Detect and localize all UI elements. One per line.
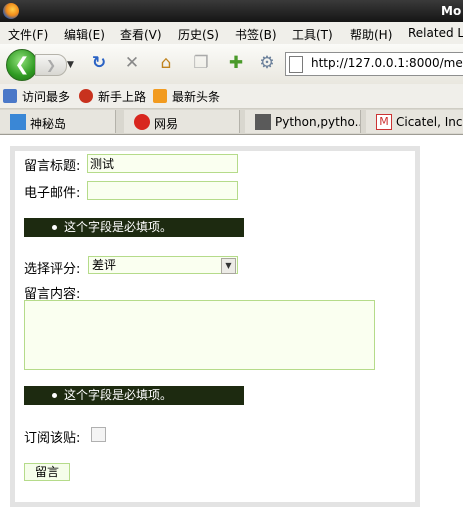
email-input[interactable] (87, 181, 238, 200)
window-title: Mo (441, 4, 462, 18)
netease-favicon-icon (134, 114, 150, 130)
error-text: 这个字段是必填项。 (64, 220, 173, 234)
bookmark-label: 新手上路 (98, 90, 147, 104)
menu-bookmarks[interactable]: 书签(B) (235, 26, 277, 43)
tab-netease[interactable]: 网易 (124, 110, 240, 133)
firefox-bookmark-icon (79, 89, 93, 103)
tab-python[interactable]: Python,pytho... (245, 110, 361, 133)
menu-help[interactable]: 帮助(H) (350, 26, 392, 43)
tab-label: Cicatel, Inc. (396, 115, 463, 129)
add-bookmark-icon[interactable]: ✚ (225, 52, 247, 74)
bookmark-label: 访问最多 (22, 90, 71, 104)
menu-bar: 文件(F) 编辑(E) 查看(V) 历史(S) 书签(B) 工具(T) 帮助(H… (0, 22, 463, 44)
bookmark-most-visited[interactable]: 访问最多 (3, 88, 70, 104)
address-url: http://127.0.0.1:8000/mes (311, 56, 463, 70)
page-icon (289, 56, 303, 73)
content-error-message: 这个字段是必填项。 (24, 386, 244, 405)
bookmark-latest-headlines[interactable]: 最新头条 (153, 88, 220, 104)
menu-file[interactable]: 文件(F) (8, 26, 48, 43)
menu-view[interactable]: 查看(V) (120, 26, 162, 43)
bookmark-folder-icon (3, 89, 17, 103)
submit-button[interactable]: 留言 (24, 463, 70, 481)
error-text: 这个字段是必填项。 (64, 388, 173, 402)
home-icon[interactable]: ⌂ (155, 52, 177, 74)
gmail-favicon-icon: M (376, 114, 392, 130)
menu-history[interactable]: 历史(S) (178, 26, 219, 43)
bookmark-label: 最新头条 (172, 90, 221, 104)
site-favicon-icon (10, 114, 26, 130)
python-favicon-icon (255, 114, 271, 130)
addon-icon[interactable]: ⚙ (256, 52, 278, 74)
forward-button[interactable]: ❯ (35, 54, 67, 76)
title-label: 留言标题: (24, 159, 81, 174)
subscribe-checkbox[interactable] (91, 427, 106, 442)
address-bar[interactable]: http://127.0.0.1:8000/mes (285, 52, 463, 76)
menu-edit[interactable]: 编辑(E) (64, 26, 105, 43)
content-textarea[interactable] (24, 300, 375, 370)
menu-tools[interactable]: 工具(T) (292, 26, 333, 43)
firefox-logo-icon (3, 3, 19, 19)
tab-label: Python,pytho... (275, 115, 361, 129)
menu-related-links[interactable]: Related Li (408, 26, 463, 40)
rating-select[interactable]: 差评 ▼ (88, 256, 238, 274)
history-dropdown-icon[interactable]: ▼ (67, 60, 74, 70)
rss-icon (153, 89, 167, 103)
reload-icon[interactable]: ↻ (88, 52, 110, 74)
back-button[interactable]: ❮ (6, 49, 38, 81)
tab-label: 网易 (154, 117, 179, 131)
tab-cicatel[interactable]: M Cicatel, Inc. (366, 110, 463, 133)
bookmark-getting-started[interactable]: 新手上路 (79, 88, 146, 104)
rating-label: 选择评分: (24, 262, 81, 277)
subscribe-label: 订阅该贴: (24, 431, 81, 446)
rating-selected-value: 差评 (92, 258, 117, 272)
tab-shenmidao[interactable]: 神秘岛 (0, 110, 116, 133)
copy-icon[interactable]: ❐ (190, 52, 212, 74)
tab-label: 神秘岛 (30, 117, 67, 131)
email-label: 电子邮件: (24, 186, 81, 201)
title-input[interactable] (87, 154, 238, 173)
window-titlebar: Mo (0, 0, 463, 22)
chevron-down-icon: ▼ (221, 258, 236, 274)
stop-icon[interactable]: ✕ (121, 52, 143, 74)
email-error-message: 这个字段是必填项。 (24, 218, 244, 237)
